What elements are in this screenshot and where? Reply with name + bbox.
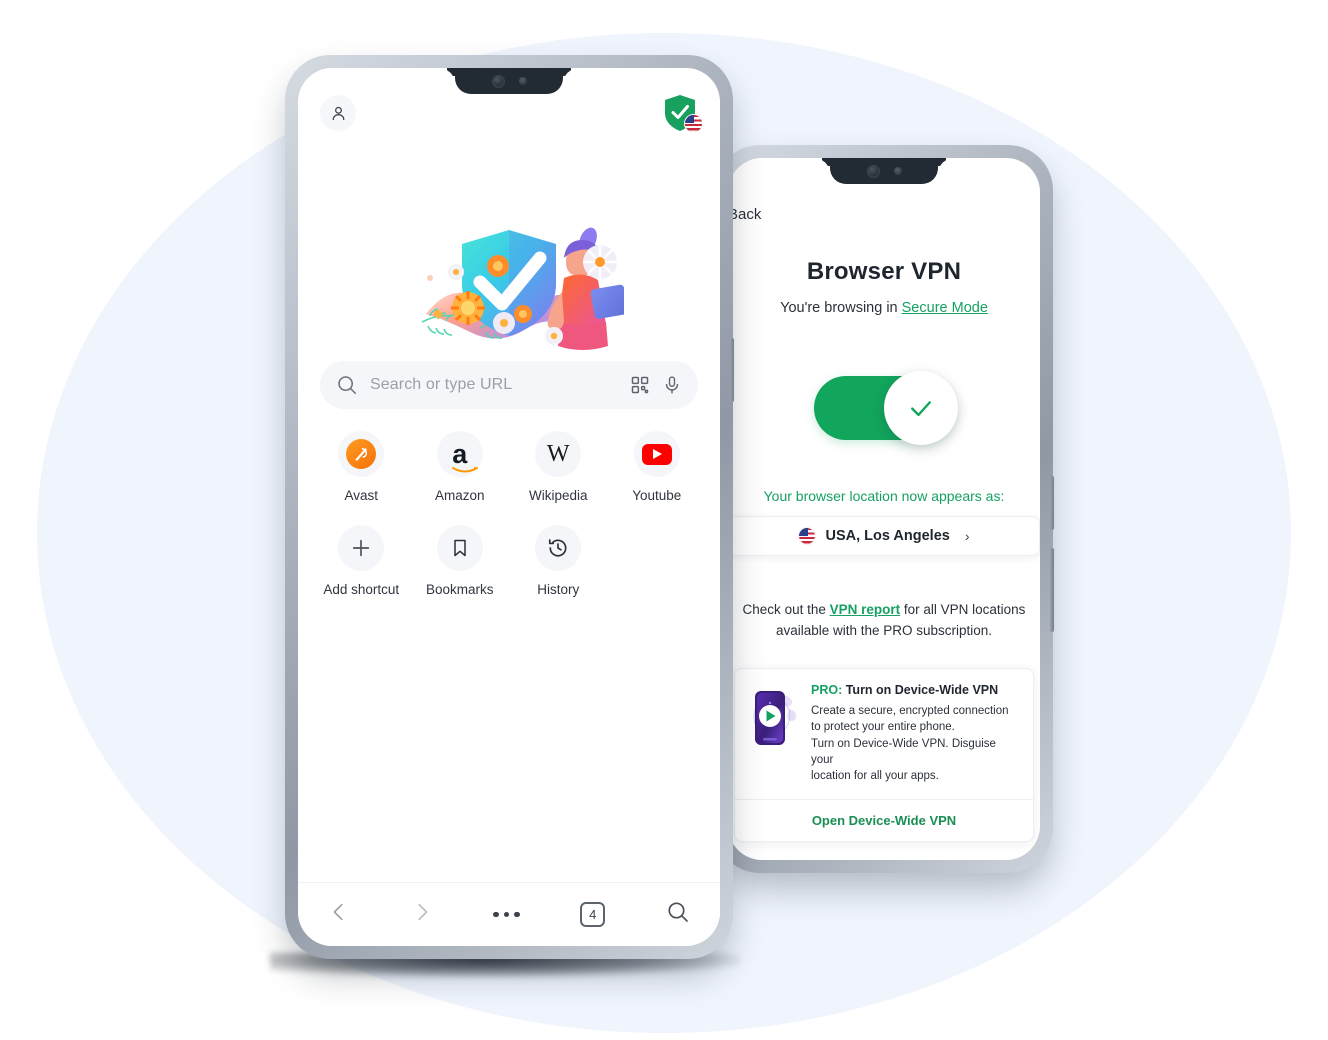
vpn-toggle[interactable] bbox=[814, 371, 958, 445]
pro-desc-line4: location for all your apps. bbox=[811, 770, 939, 783]
pro-card-description: Create a secure, encrypted connection to… bbox=[811, 703, 1019, 785]
report-line2: available with the PRO subscription. bbox=[775, 622, 993, 638]
chevron-right-icon: › bbox=[964, 528, 970, 544]
usa-flag-icon bbox=[798, 527, 817, 545]
pro-card-title: PRO: Turn on Device-Wide VPN bbox=[811, 683, 1019, 697]
bookmark-icon bbox=[436, 525, 483, 571]
chevron-left-icon bbox=[333, 903, 343, 921]
qr-code-icon[interactable] bbox=[630, 375, 650, 395]
shortcut-history[interactable]: History bbox=[509, 525, 608, 597]
shortcut-label: Avast bbox=[344, 488, 379, 503]
camera-icon bbox=[491, 74, 505, 88]
report-suffix: for all VPN locations bbox=[900, 602, 1026, 617]
page-title: Browser VPN bbox=[806, 258, 962, 285]
pro-tag: PRO: bbox=[811, 683, 843, 697]
hero-illustration bbox=[394, 218, 629, 358]
chevron-right-icon bbox=[418, 903, 428, 921]
amazon-logo-icon: a bbox=[436, 431, 483, 477]
search-bar[interactable]: Search or type URL bbox=[320, 361, 698, 409]
shortcut-label: History bbox=[537, 582, 580, 597]
open-device-wide-vpn-button[interactable]: Open Device-Wide VPN bbox=[735, 798, 1033, 841]
phone1-screen: Search or type URL Avast a Amazon W Wiki… bbox=[298, 68, 720, 946]
sensor-icon bbox=[518, 77, 527, 85]
browser-top-bar bbox=[298, 94, 720, 133]
vpn-report-link[interactable]: VPN report bbox=[830, 602, 901, 617]
sensor-icon bbox=[893, 167, 902, 175]
location-selector[interactable]: USA, Los Angeles › bbox=[728, 516, 1040, 556]
check-icon bbox=[911, 401, 931, 417]
nav-forward-button[interactable] bbox=[411, 901, 433, 928]
shortcut-empty bbox=[608, 525, 707, 597]
location-heading: Your browser location now appears as: bbox=[763, 488, 1005, 504]
shortcut-bookmarks[interactable]: Bookmarks bbox=[411, 525, 510, 597]
nav-more-button[interactable] bbox=[493, 911, 520, 918]
wikipedia-logo-icon: W bbox=[535, 431, 582, 477]
phone1-volume-button bbox=[730, 338, 734, 402]
pro-desc-line3: Turn on Device-Wide VPN. Disguise your bbox=[811, 737, 996, 766]
avast-logo-icon bbox=[338, 431, 385, 477]
shortcut-youtube[interactable]: Youtube bbox=[608, 431, 707, 503]
more-horizontal-icon bbox=[493, 911, 499, 918]
pro-desc-line2: to protect your entire phone. bbox=[811, 721, 955, 734]
phone2-screen: Back Browser VPN You're browsing in Secu… bbox=[728, 158, 1040, 860]
phone2-volume-button bbox=[1050, 476, 1054, 530]
phone-device-vpn: Back Browser VPN You're browsing in Secu… bbox=[715, 145, 1054, 873]
nav-search-button[interactable] bbox=[666, 900, 690, 929]
secure-mode-link[interactable]: Secure Mode bbox=[902, 300, 988, 316]
vpn-toggle-knob bbox=[884, 371, 958, 445]
nav-back-button[interactable] bbox=[328, 901, 350, 928]
pro-upsell-card: PRO: Turn on Device-Wide VPN Create a se… bbox=[734, 668, 1034, 842]
pro-desc-line1: Create a secure, encrypted connection bbox=[811, 705, 1009, 717]
shortcut-label: Bookmarks bbox=[425, 582, 494, 597]
pro-card-body: PRO: Turn on Device-Wide VPN Create a se… bbox=[735, 669, 1033, 799]
shortcut-label: Youtube bbox=[632, 488, 682, 503]
pro-card-text: PRO: Turn on Device-Wide VPN Create a se… bbox=[811, 683, 1019, 785]
camera-icon bbox=[866, 164, 880, 178]
shortcuts-row-1: Avast a Amazon W Wikipedia Youtube bbox=[312, 431, 706, 503]
plus-icon bbox=[338, 525, 385, 571]
search-icon bbox=[668, 902, 688, 922]
search-icon bbox=[338, 376, 357, 395]
phone2-power-button bbox=[1050, 548, 1054, 632]
back-label: Back bbox=[728, 206, 762, 223]
phone-play-globe-icon bbox=[745, 683, 801, 785]
back-button[interactable]: Back bbox=[728, 206, 761, 223]
subtitle: You're browsing in Secure Mode bbox=[728, 300, 1040, 316]
usa-flag-icon bbox=[684, 114, 703, 133]
shortcut-amazon[interactable]: a Amazon bbox=[411, 431, 510, 503]
search-input[interactable]: Search or type URL bbox=[370, 376, 618, 394]
security-badge[interactable] bbox=[662, 94, 703, 133]
shortcut-wikipedia[interactable]: W Wikipedia bbox=[509, 431, 608, 503]
shortcuts-grid: Avast a Amazon W Wikipedia Youtube Add s… bbox=[312, 431, 706, 597]
person-icon bbox=[332, 106, 344, 120]
browser-bottom-nav: 4 bbox=[298, 882, 720, 946]
location-value: USA, Los Angeles bbox=[825, 528, 950, 544]
phone2-notch bbox=[830, 158, 938, 184]
shortcut-avast[interactable]: Avast bbox=[312, 431, 411, 503]
shortcut-label: Wikipedia bbox=[528, 488, 588, 503]
shortcut-label: Amazon bbox=[434, 488, 485, 503]
shortcut-label: Add shortcut bbox=[323, 582, 400, 597]
shortcut-add[interactable]: Add shortcut bbox=[312, 525, 411, 597]
phone1-notch bbox=[455, 68, 563, 94]
profile-button[interactable] bbox=[320, 95, 356, 131]
subtitle-text: You're browsing in bbox=[780, 300, 902, 316]
tab-count-button[interactable]: 4 bbox=[580, 902, 606, 927]
history-clock-icon bbox=[535, 525, 582, 571]
phone-device-browser: Search or type URL Avast a Amazon W Wiki… bbox=[285, 55, 734, 959]
shortcuts-row-2: Add shortcut Bookmarks History bbox=[312, 525, 706, 597]
vpn-report-note: Check out the VPN report for all VPN loc… bbox=[728, 600, 1040, 641]
report-prefix: Check out the bbox=[742, 602, 830, 617]
microphone-icon[interactable] bbox=[662, 375, 682, 395]
pro-title-text: Turn on Device-Wide VPN bbox=[842, 683, 999, 697]
youtube-logo-icon bbox=[633, 431, 680, 477]
scene: Back Browser VPN You're browsing in Secu… bbox=[0, 0, 1328, 1040]
